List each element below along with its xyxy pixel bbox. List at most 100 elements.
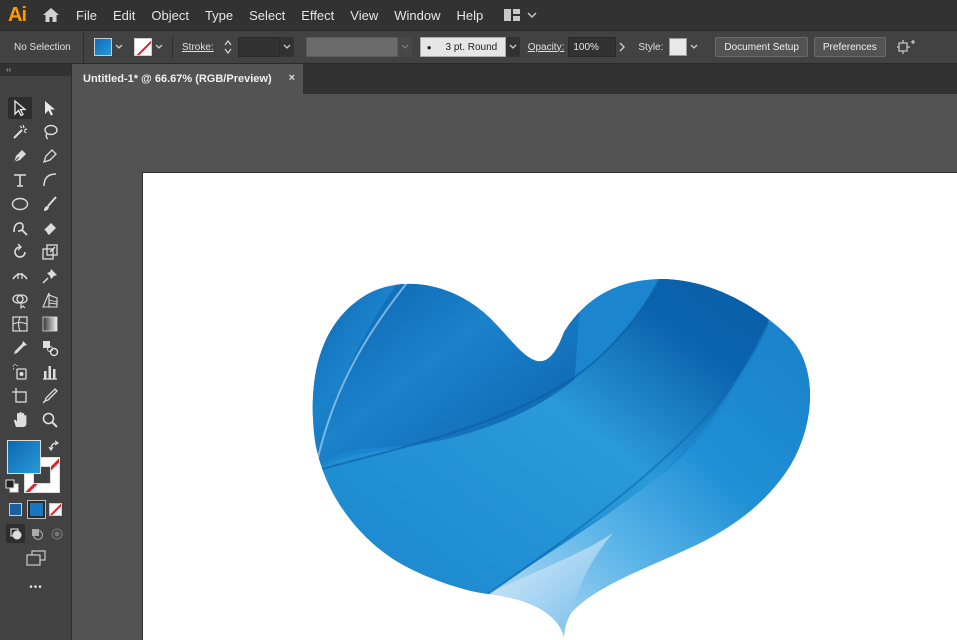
draw-behind-button[interactable] <box>27 524 46 543</box>
menu-window[interactable]: Window <box>386 0 448 30</box>
menu-effect[interactable]: Effect <box>293 0 342 30</box>
artboard[interactable] <box>143 173 957 640</box>
menu-view[interactable]: View <box>342 0 386 30</box>
fill-swatch[interactable] <box>94 38 112 56</box>
none-mode-button[interactable] <box>49 503 62 516</box>
menu-help[interactable]: Help <box>448 0 491 30</box>
stroke-swatch[interactable] <box>134 38 152 56</box>
document-setup-button[interactable]: Document Setup <box>715 37 808 57</box>
width-tool-icon <box>12 273 28 280</box>
perspective-grid-tool[interactable] <box>38 289 62 311</box>
screen-mode-button[interactable] <box>24 548 48 568</box>
zoom-tool[interactable] <box>38 409 62 431</box>
selection-arrow-icon <box>14 99 27 117</box>
home-button[interactable] <box>34 0 68 30</box>
mesh-icon <box>12 316 28 332</box>
brush-dropdown[interactable] <box>505 37 520 57</box>
shaper-tool[interactable] <box>8 217 32 239</box>
eraser-tool[interactable] <box>38 217 62 239</box>
gradient-mode-button[interactable] <box>27 500 46 519</box>
menu-bar: Ai File Edit Object Type Select Effect V… <box>0 0 957 30</box>
default-fill-stroke-button[interactable] <box>5 479 19 493</box>
hand-icon <box>14 412 27 427</box>
shaper-icon <box>13 222 28 236</box>
lasso-tool[interactable] <box>38 121 62 143</box>
menu-edit[interactable]: Edit <box>105 0 143 30</box>
scale-tool[interactable] <box>38 241 62 263</box>
brush-value: 3 pt. Round <box>445 41 498 53</box>
swap-fill-stroke-button[interactable] <box>48 439 62 453</box>
heart-shape[interactable] <box>293 263 843 640</box>
blend-tool[interactable] <box>38 337 62 359</box>
align-options-icon <box>896 40 915 54</box>
heart-artwork[interactable] <box>143 173 957 640</box>
opacity-label[interactable]: Opacity: <box>528 42 565 53</box>
lasso-icon <box>44 124 58 140</box>
chevron-down-icon <box>509 44 517 49</box>
draw-inside-icon <box>50 527 63 540</box>
artboard-tool[interactable] <box>8 385 32 407</box>
hand-tool[interactable] <box>8 409 32 431</box>
preferences-button[interactable]: Preferences <box>813 37 886 57</box>
mesh-tool[interactable] <box>8 313 32 335</box>
fill-dropdown[interactable] <box>112 37 126 57</box>
selection-status: No Selection <box>14 41 71 53</box>
menu-select[interactable]: Select <box>241 0 293 30</box>
variable-width-profile[interactable] <box>305 37 398 57</box>
blend-icon <box>43 341 59 357</box>
ellipse-tool[interactable] <box>8 193 32 215</box>
arc-tool[interactable] <box>38 169 62 191</box>
selection-tool[interactable] <box>8 97 32 119</box>
symbol-sprayer-icon <box>13 364 27 380</box>
menu-type[interactable]: Type <box>197 0 241 30</box>
magic-wand-tool[interactable] <box>8 121 32 143</box>
width-profile-dropdown[interactable] <box>397 37 412 57</box>
draw-normal-button[interactable] <box>6 524 25 543</box>
rotate-tool[interactable] <box>8 241 32 263</box>
type-tool[interactable] <box>8 169 32 191</box>
magic-wand-icon <box>13 124 28 139</box>
paintbrush-icon <box>44 196 57 211</box>
stroke-weight-input[interactable] <box>237 37 280 57</box>
width-tool[interactable] <box>8 265 32 287</box>
puppet-warp-tool[interactable] <box>38 265 62 287</box>
graphic-style-swatch[interactable] <box>669 38 688 56</box>
workspace-switcher[interactable] <box>503 0 539 30</box>
stroke-weight-stepper[interactable] <box>222 37 234 57</box>
column-graph-tool[interactable] <box>38 361 62 383</box>
color-mode-button[interactable] <box>9 503 22 516</box>
chevron-down-icon <box>155 44 163 49</box>
brush-definition[interactable]: ● 3 pt. Round <box>419 37 506 57</box>
style-label: Style: <box>638 41 664 53</box>
stroke-dropdown[interactable] <box>152 37 166 57</box>
pen-tool[interactable] <box>8 145 32 167</box>
menu-file[interactable]: File <box>68 0 105 30</box>
gradient-tool[interactable] <box>38 313 62 335</box>
stroke-weight-dropdown[interactable] <box>279 37 294 57</box>
slice-tool[interactable] <box>38 385 62 407</box>
eyedropper-tool[interactable] <box>8 337 32 359</box>
arrange-documents-button[interactable] <box>894 36 918 58</box>
edit-toolbar-button[interactable]: ••• <box>22 582 50 598</box>
draw-behind-icon <box>31 528 43 540</box>
swap-arrows-icon <box>48 440 60 452</box>
curvature-tool[interactable] <box>38 145 62 167</box>
rotate-icon <box>14 243 26 258</box>
fill-color-swatch[interactable] <box>7 440 41 474</box>
style-dropdown[interactable] <box>687 37 701 57</box>
document-tab[interactable]: Untitled-1* @ 66.67% (RGB/Preview) × <box>73 64 303 94</box>
tools-collapse-toggle[interactable]: ‹‹ <box>0 64 71 76</box>
opacity-input[interactable]: 100% <box>568 37 617 57</box>
document-tab-title: Untitled-1* @ 66.67% (RGB/Preview) <box>83 73 272 85</box>
direct-selection-tool[interactable] <box>38 97 62 119</box>
menu-object[interactable]: Object <box>143 0 197 30</box>
symbol-sprayer-tool[interactable] <box>8 361 32 383</box>
paintbrush-tool[interactable] <box>38 193 62 215</box>
workspace-switcher-icon <box>504 9 521 21</box>
canvas-area[interactable] <box>73 94 957 640</box>
opacity-expand-button[interactable] <box>616 37 628 57</box>
close-tab-icon[interactable]: × <box>289 72 295 84</box>
arc-icon <box>43 173 57 187</box>
shape-builder-tool[interactable] <box>8 289 32 311</box>
draw-inside-button[interactable] <box>47 524 66 543</box>
